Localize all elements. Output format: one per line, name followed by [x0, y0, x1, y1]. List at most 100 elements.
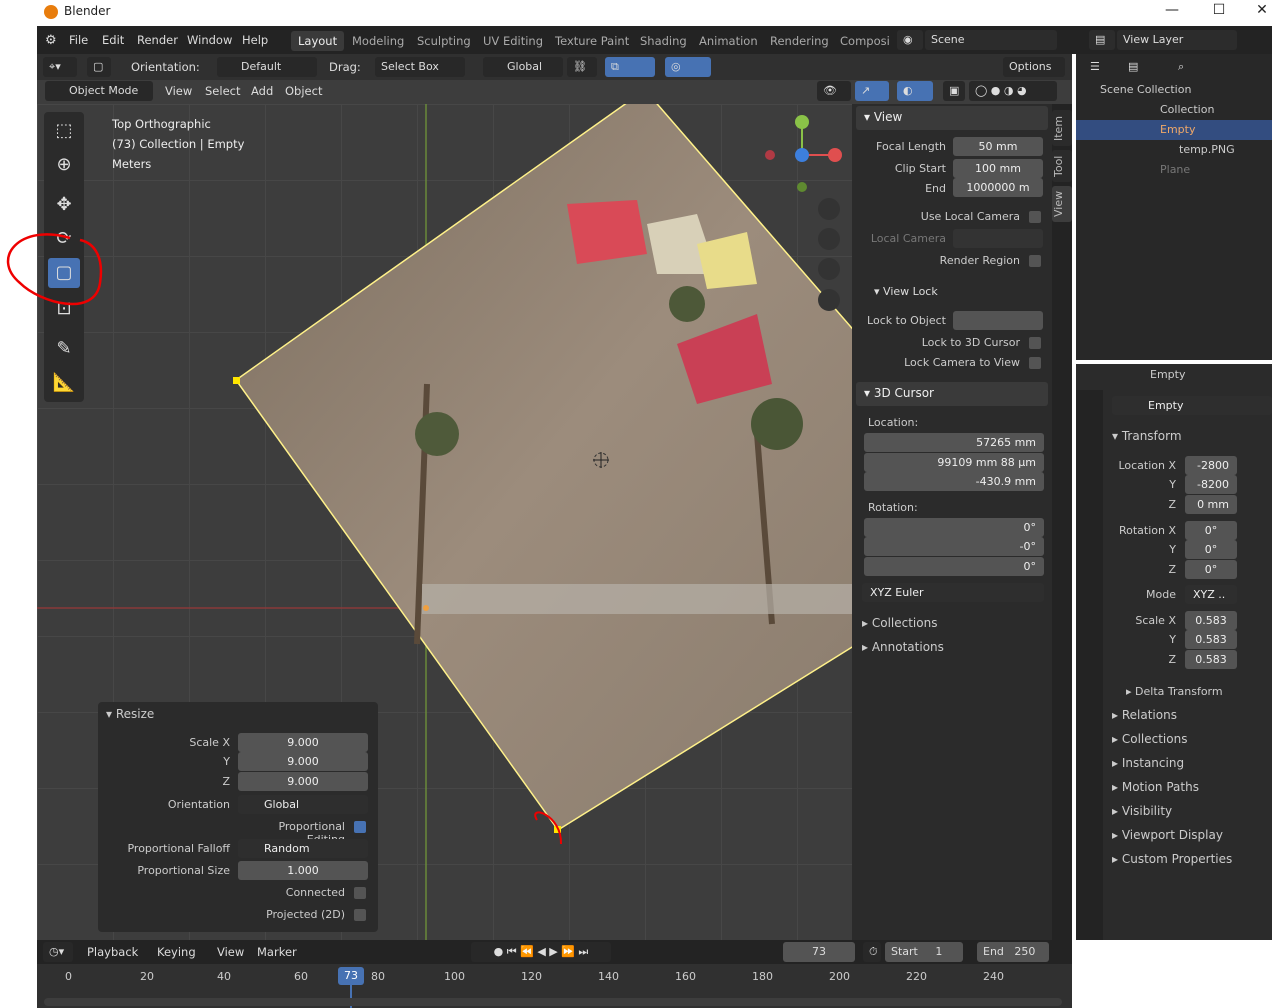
- outliner-display-icon[interactable]: ▤: [1122, 57, 1152, 77]
- blender-menu-icon[interactable]: ⚙: [45, 33, 57, 48]
- drag-dropdown[interactable]: Select Box: [375, 57, 465, 77]
- clip-start-field[interactable]: 100 mm: [953, 159, 1043, 178]
- delta-transform-section[interactable]: ▸ Delta Transform: [1126, 685, 1223, 698]
- viewport-display-section[interactable]: ▸ Viewport Display: [1112, 828, 1223, 842]
- keying-menu[interactable]: Keying: [157, 945, 196, 959]
- outliner-row-scene-collection[interactable]: Scene Collection: [1076, 80, 1272, 100]
- tab-item[interactable]: Item: [1052, 110, 1072, 146]
- use-local-camera-checkbox[interactable]: [1029, 211, 1041, 223]
- cursor-tool-icon[interactable]: ⊕: [48, 150, 80, 180]
- tab-shading[interactable]: Shading: [633, 31, 694, 51]
- render-region-checkbox[interactable]: [1029, 255, 1041, 267]
- scale-z-field[interactable]: 9.000: [238, 772, 368, 791]
- cursor-rot-x-field[interactable]: 0°: [864, 518, 1044, 537]
- scale-y-prop-field[interactable]: 0.583: [1185, 630, 1237, 649]
- outliner-row-empty[interactable]: Empty: [1076, 120, 1272, 140]
- instancing-section[interactable]: ▸ Instancing: [1112, 756, 1184, 770]
- rotation-mode-dropdown[interactable]: XYZ ..: [1185, 585, 1237, 604]
- annotate-tool-icon[interactable]: ✎: [48, 334, 80, 364]
- outliner-row-image[interactable]: temp.PNG: [1076, 140, 1272, 160]
- pivot-icon[interactable]: ⛓: [567, 57, 597, 77]
- move-tool-icon[interactable]: ✥: [48, 190, 80, 220]
- section-annotations[interactable]: ▸ Annotations: [862, 640, 944, 654]
- resize-orientation-dropdown[interactable]: Global: [238, 795, 368, 814]
- timeline-scrollbar[interactable]: [44, 998, 1062, 1006]
- menu-window[interactable]: Window: [187, 33, 232, 47]
- orientation-dropdown[interactable]: Default: [217, 57, 317, 77]
- visibility-section[interactable]: ▸ Visibility: [1112, 804, 1172, 818]
- location-y-field[interactable]: -8200: [1185, 475, 1237, 494]
- outliner-row-collection[interactable]: Collection: [1076, 100, 1272, 120]
- transform-orientation-dropdown[interactable]: Global: [483, 57, 563, 77]
- proportional-edit-icon[interactable]: ◎: [665, 57, 711, 77]
- rotation-x-field[interactable]: 0°: [1185, 521, 1237, 540]
- lock-camera-checkbox[interactable]: [1029, 357, 1041, 369]
- timeline-editor-icon[interactable]: ◷▾: [43, 942, 73, 962]
- mode-dropdown[interactable]: Object Mode: [45, 81, 153, 101]
- tab-animation[interactable]: Animation: [692, 31, 765, 51]
- menu-file[interactable]: File: [69, 33, 88, 47]
- cursor-rot-z-field[interactable]: 0°: [864, 557, 1044, 576]
- tab-tool[interactable]: Tool: [1052, 150, 1072, 182]
- cursor-y-field[interactable]: 99109 mm 88 µm: [864, 453, 1044, 472]
- menu-edit[interactable]: Edit: [102, 33, 124, 47]
- location-x-field[interactable]: -2800: [1185, 456, 1237, 475]
- view-layer-field[interactable]: View Layer: [1117, 30, 1237, 50]
- cursor-x-field[interactable]: 57265 mm: [864, 433, 1044, 452]
- marker-menu[interactable]: Marker: [257, 945, 297, 959]
- minimize-button[interactable]: —: [1158, 2, 1186, 22]
- lock-cursor-checkbox[interactable]: [1029, 337, 1041, 349]
- outliner-editor-icon[interactable]: ☰: [1084, 57, 1114, 77]
- end-frame-field[interactable]: End 250: [977, 942, 1049, 962]
- cursor-rot-y-field[interactable]: -0°: [864, 537, 1044, 556]
- outliner-search-icon[interactable]: ⌕: [1172, 57, 1268, 77]
- select-box-tool-icon[interactable]: ⬚: [48, 116, 80, 146]
- proportional-editing-checkbox[interactable]: [354, 821, 366, 833]
- clip-end-field[interactable]: 1000000 m: [953, 178, 1043, 197]
- playback-menu[interactable]: Playback: [87, 945, 138, 959]
- motion-paths-section[interactable]: ▸ Motion Paths: [1112, 780, 1199, 794]
- tab-compositing[interactable]: Composi: [833, 31, 897, 51]
- zoom-icon[interactable]: [818, 198, 840, 220]
- view-layer-icon[interactable]: ▤: [1089, 30, 1115, 50]
- connected-checkbox[interactable]: [354, 887, 366, 899]
- relations-section[interactable]: ▸ Relations: [1112, 708, 1177, 722]
- menu-object[interactable]: Object: [285, 84, 322, 98]
- scale-x-prop-field[interactable]: 0.583: [1185, 611, 1237, 630]
- section-3d-cursor[interactable]: ▾ 3D Cursor: [856, 382, 1048, 406]
- menu-help[interactable]: Help: [242, 33, 268, 47]
- section-view[interactable]: ▾ View: [856, 106, 1048, 130]
- resize-title[interactable]: ▾ Resize: [106, 707, 154, 721]
- local-camera-field[interactable]: [953, 229, 1043, 248]
- transform-section[interactable]: ▾ Transform: [1112, 429, 1182, 443]
- tab-rendering[interactable]: Rendering: [763, 31, 836, 51]
- menu-select[interactable]: Select: [205, 84, 240, 98]
- scale-y-field[interactable]: 9.000: [238, 752, 368, 771]
- start-frame-field[interactable]: Start 1: [885, 942, 963, 962]
- measure-tool-icon[interactable]: 📐: [48, 368, 80, 398]
- tab-layout[interactable]: Layout: [291, 31, 345, 51]
- scale-tool-icon[interactable]: ▢: [87, 57, 111, 77]
- menu-add[interactable]: Add: [251, 84, 273, 98]
- tab-modeling[interactable]: Modeling: [345, 31, 411, 51]
- object-name-field[interactable]: Empty: [1112, 396, 1272, 415]
- playhead[interactable]: 73: [338, 967, 364, 985]
- camera-icon[interactable]: [818, 258, 840, 280]
- section-collections[interactable]: ▸ Collections: [862, 616, 937, 630]
- scale-z-prop-field[interactable]: 0.583: [1185, 650, 1237, 669]
- focal-length-field[interactable]: 50 mm: [953, 137, 1043, 156]
- corner-vertex-left[interactable]: [233, 377, 240, 384]
- custom-properties-section[interactable]: ▸ Custom Properties: [1112, 852, 1232, 866]
- tab-view[interactable]: View: [1052, 186, 1072, 222]
- rotation-z-field[interactable]: 0°: [1185, 560, 1237, 579]
- timeline-view-menu[interactable]: View: [217, 945, 244, 959]
- snap-icon[interactable]: ⧉: [605, 57, 655, 77]
- tab-uv-editing[interactable]: UV Editing: [476, 31, 550, 51]
- section-view-lock[interactable]: ▾ View Lock: [874, 285, 938, 298]
- stopwatch-icon[interactable]: ⏱: [863, 942, 881, 962]
- visibility-icon[interactable]: 👁: [817, 81, 851, 101]
- scale-x-field[interactable]: 9.000: [238, 733, 368, 752]
- falloff-dropdown[interactable]: Random: [238, 839, 368, 858]
- menu-view[interactable]: View: [165, 84, 192, 98]
- xray-icon[interactable]: ▣: [943, 81, 965, 101]
